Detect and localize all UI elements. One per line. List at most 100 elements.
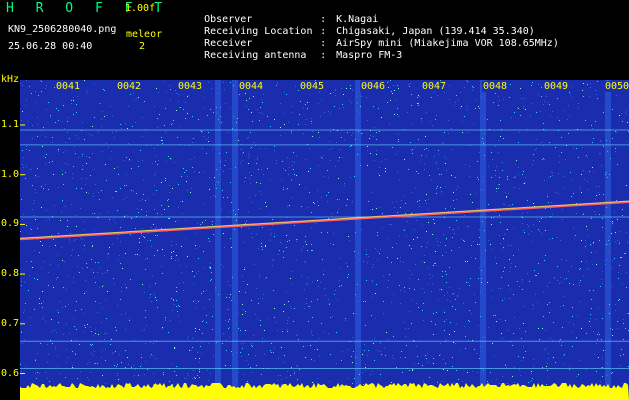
noise-pixel: [75, 153, 76, 154]
noise-pixel: [173, 300, 174, 301]
noise-pixel: [444, 381, 445, 382]
noise-pixel: [242, 275, 243, 276]
noise-pixel: [426, 155, 427, 156]
noise-pixel: [274, 119, 275, 120]
noise-pixel: [76, 112, 77, 113]
noise-pixel: [621, 113, 622, 114]
noise-pixel: [185, 220, 186, 221]
noise-pixel: [503, 247, 504, 248]
noise-pixel: [76, 215, 77, 216]
noise-pixel: [527, 212, 528, 213]
noise-pixel: [212, 149, 213, 150]
noise-pixel: [594, 211, 595, 212]
noise-pixel: [559, 342, 560, 343]
noise-pixel: [248, 364, 249, 365]
y-tick-label: 1.1: [1, 119, 20, 130]
noise-pixel: [499, 215, 500, 216]
noise-pixel: [153, 355, 154, 356]
noise-pixel: [377, 235, 378, 236]
noise-pixel: [478, 278, 479, 279]
noise-pixel: [284, 304, 285, 305]
noise-pixel: [38, 95, 39, 96]
noise-pixel: [154, 175, 155, 176]
noise-pixel: [537, 302, 538, 303]
x-tick-label: 0048: [482, 81, 509, 92]
noise-pixel: [392, 147, 393, 148]
noise-pixel: [317, 190, 318, 191]
noise-pixel: [533, 224, 534, 225]
noise-pixel: [193, 138, 194, 139]
noise-pixel: [145, 200, 146, 201]
x-tick-label: 0042: [116, 81, 143, 92]
noise-pixel: [403, 322, 404, 323]
noise-pixel: [545, 230, 546, 231]
noise-pixel: [313, 202, 314, 203]
noise-pixel: [376, 132, 377, 133]
noise-pixel: [500, 288, 501, 289]
noise-pixel: [26, 261, 27, 262]
noise-pixel: [398, 134, 399, 135]
noise-pixel: [383, 313, 384, 314]
noise-pixel: [404, 291, 405, 292]
noise-pixel: [328, 333, 329, 334]
noise-pixel: [116, 366, 117, 367]
noise-pixel: [86, 291, 87, 292]
noise-pixel: [488, 327, 489, 328]
noise-pixel: [533, 359, 534, 360]
noise-pixel: [97, 363, 98, 364]
noise-pixel: [244, 269, 245, 270]
noise-pixel: [562, 327, 563, 328]
noise-pixel: [114, 168, 115, 169]
noise-pixel: [213, 306, 214, 307]
noise-pixel: [522, 223, 523, 224]
noise-pixel: [520, 375, 521, 376]
noise-pixel: [297, 239, 298, 240]
noise-pixel: [440, 187, 441, 188]
noise-pixel: [170, 89, 171, 90]
noise-pixel: [342, 104, 343, 105]
noise-pixel: [329, 381, 330, 382]
noise-pixel: [433, 358, 434, 359]
x-tick-label: 0050: [604, 81, 629, 92]
noise-pixel: [500, 120, 501, 121]
noise-pixel: [392, 202, 393, 203]
noise-pixel: [378, 173, 379, 174]
noise-pixel: [434, 263, 435, 264]
noise-pixel: [514, 367, 515, 368]
noise-pixel: [192, 271, 193, 272]
noise-pixel: [555, 192, 556, 193]
noise-pixel: [592, 128, 593, 129]
noise-pixel: [83, 229, 84, 230]
noise-pixel: [391, 382, 392, 383]
noise-pixel: [101, 322, 102, 323]
noise-pixel: [277, 380, 278, 381]
noise-pixel: [518, 356, 519, 357]
noise-pixel: [270, 126, 271, 127]
noise-pixel: [386, 332, 387, 333]
noise-pixel: [42, 307, 43, 308]
noise-pixel: [407, 112, 408, 113]
noise-pixel: [174, 304, 175, 305]
noise-pixel: [84, 221, 85, 222]
noise-pixel: [404, 230, 405, 231]
noise-pixel: [283, 251, 284, 252]
noise-pixel: [472, 90, 473, 91]
noise-pixel: [65, 377, 66, 378]
noise-pixel: [500, 243, 501, 244]
noise-pixel: [341, 137, 342, 138]
noise-pixel: [223, 333, 224, 334]
noise-pixel: [265, 246, 266, 247]
noise-pixel: [98, 334, 99, 335]
noise-pixel: [527, 273, 528, 274]
noise-pixel: [404, 287, 405, 288]
noise-pixel: [26, 166, 27, 167]
noise-pixel: [210, 263, 211, 264]
noise-pixel: [530, 381, 531, 382]
noise-pixel: [576, 213, 577, 214]
noise-pixel: [472, 86, 473, 87]
noise-pixel: [469, 166, 470, 167]
noise-pixel: [524, 98, 525, 99]
noise-pixel: [432, 125, 433, 126]
noise-pixel: [287, 320, 288, 321]
noise-pixel: [600, 286, 601, 287]
